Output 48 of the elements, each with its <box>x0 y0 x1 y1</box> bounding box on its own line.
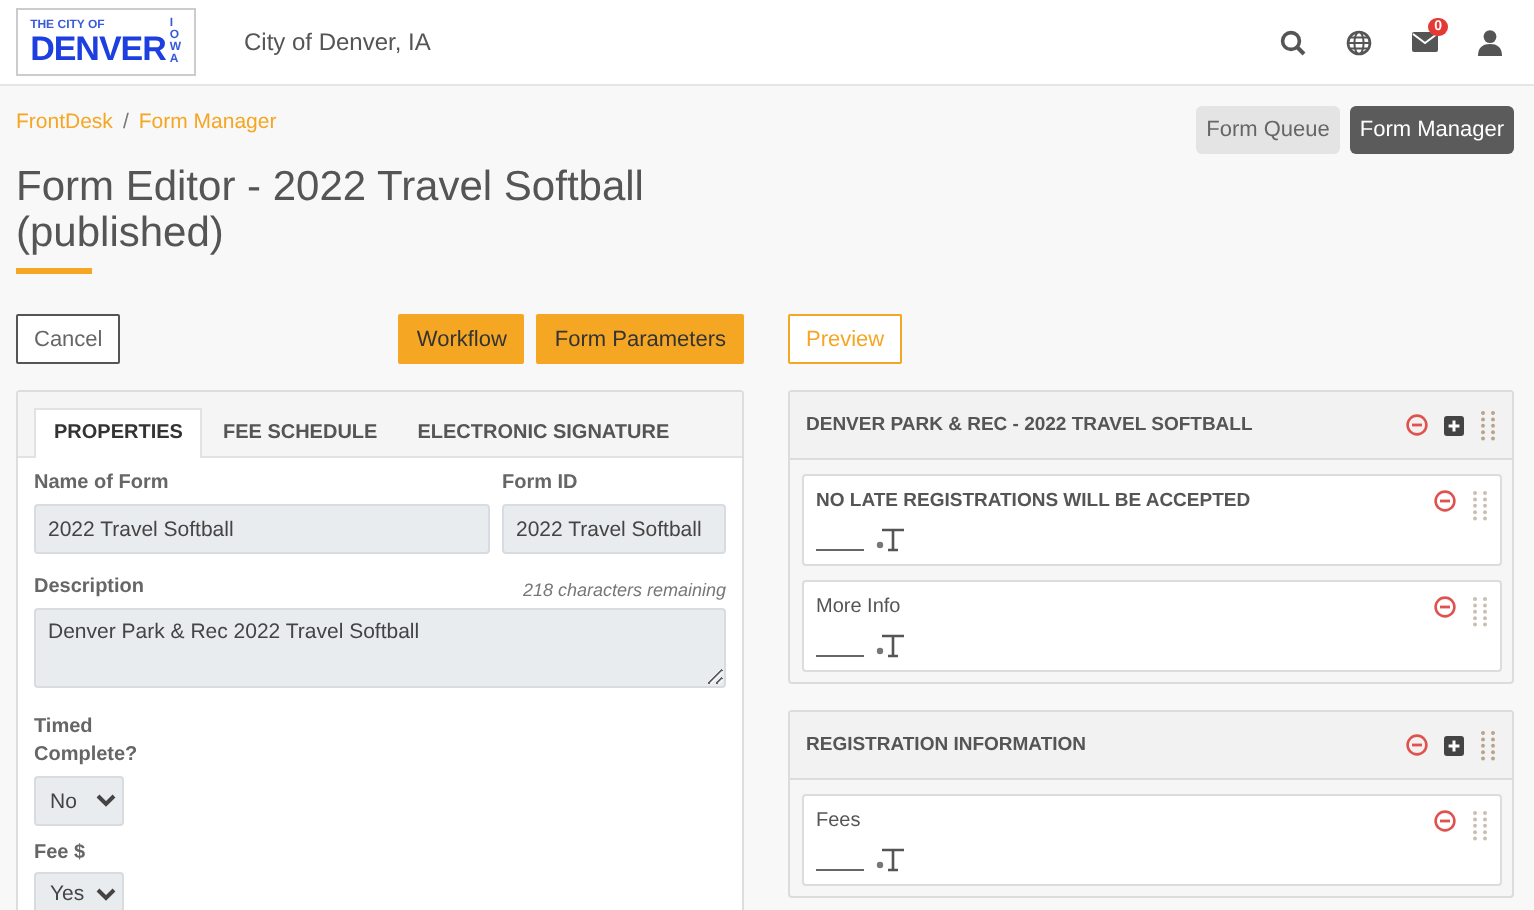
remove-icon[interactable] <box>1434 810 1456 832</box>
title-underline <box>16 268 92 274</box>
remove-icon[interactable] <box>1434 596 1456 618</box>
timed-complete-select[interactable]: No <box>34 776 124 826</box>
field-label: Timed Complete? <box>34 714 140 770</box>
page-title: Form Editor - 2022 Travel Softball (published) <box>16 164 646 256</box>
envelope-icon <box>1411 32 1437 52</box>
drag-handle-icon[interactable] <box>1472 596 1488 628</box>
drag-handle-icon[interactable] <box>1472 810 1488 842</box>
user-icon <box>1478 29 1502 55</box>
add-icon[interactable] <box>1444 415 1464 435</box>
drag-handle-icon[interactable] <box>1480 729 1496 761</box>
field-label: NO LATE REGISTRATIONS WILL BE ACCEPTED <box>816 490 1253 512</box>
remove-icon[interactable] <box>1406 734 1428 756</box>
drag-handle-icon[interactable] <box>1480 409 1496 441</box>
form-id-input[interactable]: 2022 Travel Softball <box>502 504 726 554</box>
field-label: Form ID <box>502 470 580 496</box>
field-label: Fee $ <box>34 840 88 866</box>
remove-icon[interactable] <box>1434 490 1456 512</box>
site-name: City of Denver, IA <box>244 28 431 56</box>
fee-select[interactable]: Yes <box>34 872 124 910</box>
workflow-button[interactable]: Workflow <box>398 314 525 364</box>
description-input[interactable]: Denver Park & Rec 2022 Travel Softball <box>34 608 726 688</box>
cancel-button[interactable]: Cancel <box>16 314 121 364</box>
section-title: REGISTRATION INFORMATION <box>806 734 1089 756</box>
field-label: More Info <box>816 596 903 618</box>
search-icon <box>1279 29 1305 55</box>
field-label: Fees <box>816 810 863 832</box>
tab[interactable]: ELECTRONIC SIGNATURE <box>397 408 690 458</box>
nav-button[interactable]: Form Manager <box>1349 106 1514 154</box>
field-label: Name of Form <box>34 470 171 496</box>
form-name-input[interactable]: 2022 Travel Softball <box>34 504 490 554</box>
field-label: Description <box>34 574 145 600</box>
globe-icon <box>1345 29 1371 55</box>
field-card[interactable]: Fees <box>802 794 1502 886</box>
form-parameters-button[interactable]: Form Parameters <box>536 314 744 364</box>
breadcrumb-separator: / <box>122 110 129 134</box>
add-icon[interactable] <box>1444 735 1464 755</box>
remove-icon[interactable] <box>1406 414 1428 436</box>
nav-button[interactable]: Form Queue <box>1196 106 1340 154</box>
logo-text: DENVER <box>30 31 166 65</box>
tab[interactable]: FEE SCHEDULE <box>202 408 398 458</box>
field-card[interactable]: NO LATE REGISTRATIONS WILL BE ACCEPTED <box>802 474 1502 566</box>
tab[interactable]: PROPERTIES <box>34 408 203 458</box>
characters-remaining: 218 characters remaining <box>522 580 726 600</box>
drag-handle-icon[interactable] <box>1472 490 1488 522</box>
field-card[interactable]: More Info <box>802 580 1502 672</box>
section-title: DENVER PARK & REC - 2022 TRAVEL SOFTBALL <box>806 414 1255 436</box>
